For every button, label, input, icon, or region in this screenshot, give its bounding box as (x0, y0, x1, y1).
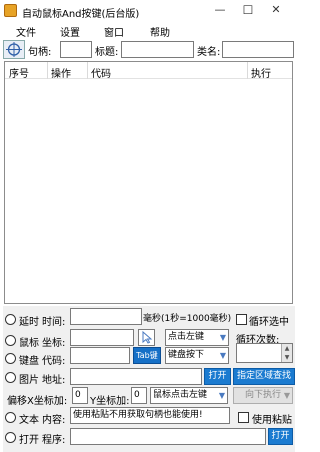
minimize-button[interactable]: — (210, 3, 230, 17)
column-header-code[interactable]: 代码 (91, 65, 111, 80)
menu-bar (0, 22, 296, 38)
offset-x-label: 偏移X坐标加: (7, 396, 68, 407)
title-label: 标题: (95, 47, 119, 58)
mouse-click-select-value: 点击左键 (168, 332, 205, 342)
area-find-button[interactable]: 指定区域查找 (233, 368, 295, 385)
delay-unit-label: 毫秒(1秒=1000毫秒) (143, 314, 232, 324)
handle-input[interactable] (60, 41, 92, 58)
exec-direction-select-value: 向下执行 (244, 390, 281, 400)
delay-radio[interactable] (5, 314, 16, 325)
mouse-click-select[interactable]: 点击左键 ▼ (165, 329, 229, 346)
menu-settings[interactable]: 设置 (60, 24, 80, 39)
menu-file[interactable]: 文件 (16, 24, 36, 39)
loop-select-label: 循环选中 (249, 317, 289, 328)
loop-select-checkbox[interactable] (236, 314, 247, 325)
keyboard-code-label: 代码: (42, 356, 66, 367)
use-paste-checkbox[interactable] (238, 412, 249, 423)
text-content-input[interactable]: 使用粘贴不用获取句柄也能使用! (70, 407, 230, 424)
program-open-button[interactable]: 打开 (268, 428, 293, 445)
mouse-coord-label: 坐标: (42, 338, 66, 349)
image-addr-label: 地址: (42, 375, 66, 386)
chevron-down-icon: ▼ (219, 351, 226, 360)
image-open-button[interactable]: 打开 (204, 368, 231, 385)
class-label: 类名: (197, 47, 221, 58)
column-divider (47, 62, 48, 79)
offset-x-input[interactable]: 0 (72, 387, 88, 404)
menu-window[interactable]: 窗口 (104, 24, 124, 39)
offset-y-label: Y坐标加: (90, 396, 130, 407)
window-title: 自动鼠标And按键(后台版) (22, 9, 140, 20)
keyboard-radio-label: 键盘 (19, 356, 39, 367)
text-radio-label: 文本 (19, 415, 39, 426)
open-radio-label: 打开 (19, 435, 39, 446)
column-header-exec[interactable]: 执行 (251, 65, 271, 80)
use-paste-label: 使用粘贴 (252, 415, 292, 426)
image-radio-label: 图片 (19, 375, 39, 386)
key-action-select[interactable]: 键盘按下 ▼ (165, 347, 229, 364)
offset-click-select-value: 鼠标点击左键 (153, 390, 208, 400)
text-radio[interactable] (5, 412, 16, 423)
mouse-radio[interactable] (5, 335, 16, 346)
title-bar: 自动鼠标And按键(后台版) — ☐ ✕ (0, 0, 296, 22)
key-action-select-value: 键盘按下 (168, 350, 205, 360)
image-radio[interactable] (5, 372, 16, 383)
tab-key-button[interactable]: Tab键 (133, 347, 161, 364)
cursor-icon (142, 330, 153, 344)
column-header-index[interactable]: 序号 (9, 65, 29, 80)
menu-help[interactable]: 帮助 (150, 24, 170, 39)
column-header-action[interactable]: 操作 (51, 65, 71, 80)
mouse-radio-label: 鼠标 (19, 338, 39, 349)
keyboard-code-input[interactable] (70, 347, 130, 364)
column-divider (247, 62, 248, 79)
class-input[interactable] (222, 41, 294, 58)
text-content-label: 内容: (42, 415, 66, 426)
crosshair-icon (6, 42, 22, 57)
pointer-pick-button[interactable] (138, 329, 155, 346)
offset-click-select[interactable]: 鼠标点击左键 ▼ (150, 387, 228, 404)
maximize-button[interactable]: ☐ (238, 3, 258, 17)
keyboard-radio[interactable] (5, 353, 16, 364)
delay-time-label: 时间: (42, 317, 66, 328)
delay-time-input[interactable] (70, 308, 142, 325)
title-input[interactable] (121, 41, 194, 58)
app-icon (4, 4, 17, 17)
delay-radio-label: 延时 (19, 317, 39, 328)
spin-up-icon[interactable]: ▲ (281, 344, 292, 353)
chevron-down-icon: ▼ (283, 391, 290, 400)
action-list[interactable]: 序号 操作 代码 执行 (4, 61, 293, 304)
handle-label: 句柄: (28, 47, 52, 58)
chevron-down-icon: ▼ (218, 391, 225, 400)
loop-count-input[interactable]: ▲ ▼ (236, 343, 293, 363)
exec-direction-select[interactable]: 向下执行 ▼ (233, 387, 293, 404)
spin-down-icon[interactable]: ▼ (281, 353, 292, 362)
table-header: 序号 操作 代码 执行 (5, 62, 292, 80)
open-program-label: 程序: (42, 435, 66, 446)
mouse-coord-input[interactable] (70, 329, 134, 346)
chevron-down-icon: ▼ (219, 333, 226, 342)
column-divider (87, 62, 88, 79)
crosshair-target-button[interactable] (3, 40, 25, 59)
close-button[interactable]: ✕ (266, 3, 286, 17)
offset-y-input[interactable]: 0 (131, 387, 147, 404)
program-path-input[interactable] (70, 428, 266, 445)
open-radio[interactable] (5, 432, 16, 443)
image-path-input[interactable] (70, 368, 202, 385)
